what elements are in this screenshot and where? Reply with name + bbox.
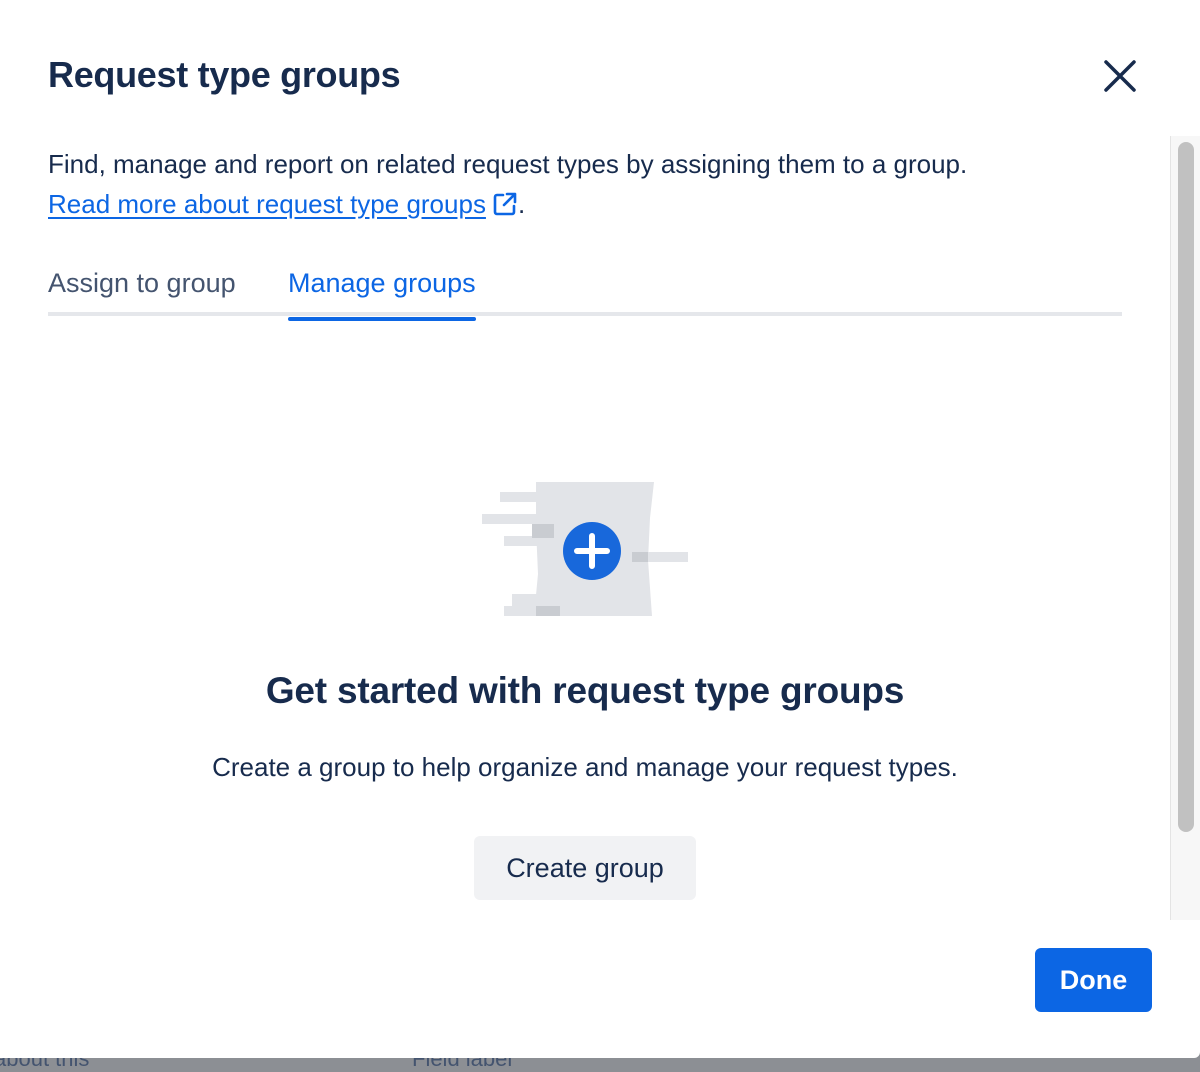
close-button[interactable] <box>1096 54 1144 98</box>
external-link-icon <box>493 192 517 216</box>
tab-manage-groups[interactable]: Manage groups <box>288 268 476 321</box>
read-more-link[interactable]: Read more about request type groups <box>48 189 518 219</box>
read-more-link-label: Read more about request type groups <box>48 189 486 219</box>
create-group-button[interactable]: Create group <box>474 836 696 900</box>
close-icon <box>1104 60 1136 92</box>
tab-assign-to-group[interactable]: Assign to group <box>48 268 236 317</box>
tab-list: Assign to group Manage groups <box>48 262 1122 321</box>
request-type-groups-dialog: Request type groups Find, manage and rep… <box>0 0 1200 1058</box>
empty-state-heading: Get started with request type groups <box>265 670 905 711</box>
done-button[interactable]: Done <box>1035 948 1152 1012</box>
description: Find, manage and report on related reque… <box>48 144 1148 224</box>
modal-title: Request type groups <box>48 54 401 95</box>
description-suffix: . <box>517 189 526 219</box>
add-circle-icon <box>563 522 621 580</box>
description-text: Find, manage and report on related reque… <box>48 149 968 179</box>
empty-state-description: Create a group to help organize and mana… <box>212 752 958 782</box>
empty-state-illustration <box>482 482 688 616</box>
